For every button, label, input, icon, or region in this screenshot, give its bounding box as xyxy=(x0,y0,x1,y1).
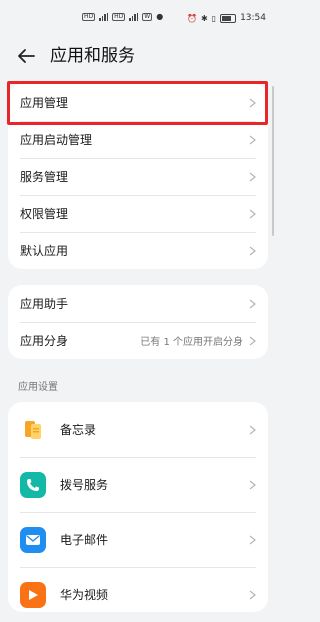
row-value: 已有 1 个应用开启分身 xyxy=(140,337,243,348)
chevron-right-icon xyxy=(249,209,256,218)
vibrate-icon: ▯ xyxy=(211,13,217,23)
row-label: 服务管理 xyxy=(20,170,69,184)
header: 应用和服务 xyxy=(0,36,276,76)
row-label: 电子邮件 xyxy=(60,533,109,547)
chevron-right-icon xyxy=(249,299,256,308)
signal-icon xyxy=(99,12,109,21)
chevron-right-icon xyxy=(249,246,256,255)
chevron-right-icon xyxy=(249,336,256,345)
row-label: 拨号服务 xyxy=(60,478,109,492)
chevron-right-icon xyxy=(249,480,256,489)
row-service-management[interactable]: 服务管理 xyxy=(8,158,268,195)
row-app-assistant[interactable]: 应用助手 xyxy=(8,285,268,322)
row-email[interactable]: 电子邮件 xyxy=(8,512,268,567)
chevron-right-icon xyxy=(249,425,256,434)
chevron-right-icon xyxy=(249,135,256,144)
hd-icon: HD xyxy=(82,12,96,21)
memo-icon xyxy=(20,416,46,443)
status-bar: HD HD W ● ⏰ ✱ ▯ 13:54 xyxy=(0,0,276,36)
row-label: 应用分身 xyxy=(20,334,69,348)
row-label: 默认应用 xyxy=(20,244,69,258)
email-icon xyxy=(20,526,46,553)
row-app-twin[interactable]: 应用分身 已有 1 个应用开启分身 xyxy=(8,322,268,359)
signal-indicators: HD HD W ● xyxy=(82,12,163,21)
signal-icon-2 xyxy=(129,12,139,21)
video-icon xyxy=(20,581,46,608)
phone-icon xyxy=(20,471,46,498)
row-permission-management[interactable]: 权限管理 xyxy=(8,195,268,232)
row-memo[interactable]: 备忘录 xyxy=(8,402,268,457)
wifi-icon: W xyxy=(142,12,153,21)
row-label: 应用助手 xyxy=(20,297,69,311)
app-assistant-group: 应用助手 应用分身 已有 1 个应用开启分身 xyxy=(8,285,268,359)
row-app-startup-management[interactable]: 应用启动管理 xyxy=(8,121,268,158)
chevron-right-icon xyxy=(249,590,256,599)
highlight-box xyxy=(7,81,268,125)
status-right: ⏰ ✱ ▯ 13:54 xyxy=(187,13,266,23)
clock: 13:54 xyxy=(240,13,266,23)
battery-icon xyxy=(220,13,237,23)
hd-icon-2: HD xyxy=(112,12,126,21)
row-label: 备忘录 xyxy=(60,423,97,437)
chevron-right-icon xyxy=(249,535,256,544)
row-label: 权限管理 xyxy=(20,207,69,221)
alarm-icon: ⏰ xyxy=(186,13,197,23)
chevron-right-icon xyxy=(249,172,256,181)
app-settings-group: 备忘录 拨号服务 电子邮件 华为视频 xyxy=(8,402,268,612)
scrollbar[interactable] xyxy=(272,86,274,236)
row-default-apps[interactable]: 默认应用 xyxy=(8,232,268,269)
page-title: 应用和服务 xyxy=(50,46,135,66)
row-huawei-video[interactable]: 华为视频 xyxy=(8,567,268,622)
section-title: 应用设置 xyxy=(18,382,58,393)
back-arrow-icon[interactable] xyxy=(14,44,38,68)
row-label: 应用启动管理 xyxy=(20,133,93,147)
row-dialer-service[interactable]: 拨号服务 xyxy=(8,457,268,512)
bluetooth-icon: ✱ xyxy=(200,13,208,23)
row-label: 华为视频 xyxy=(60,588,109,602)
message-icon: ● xyxy=(156,12,164,21)
